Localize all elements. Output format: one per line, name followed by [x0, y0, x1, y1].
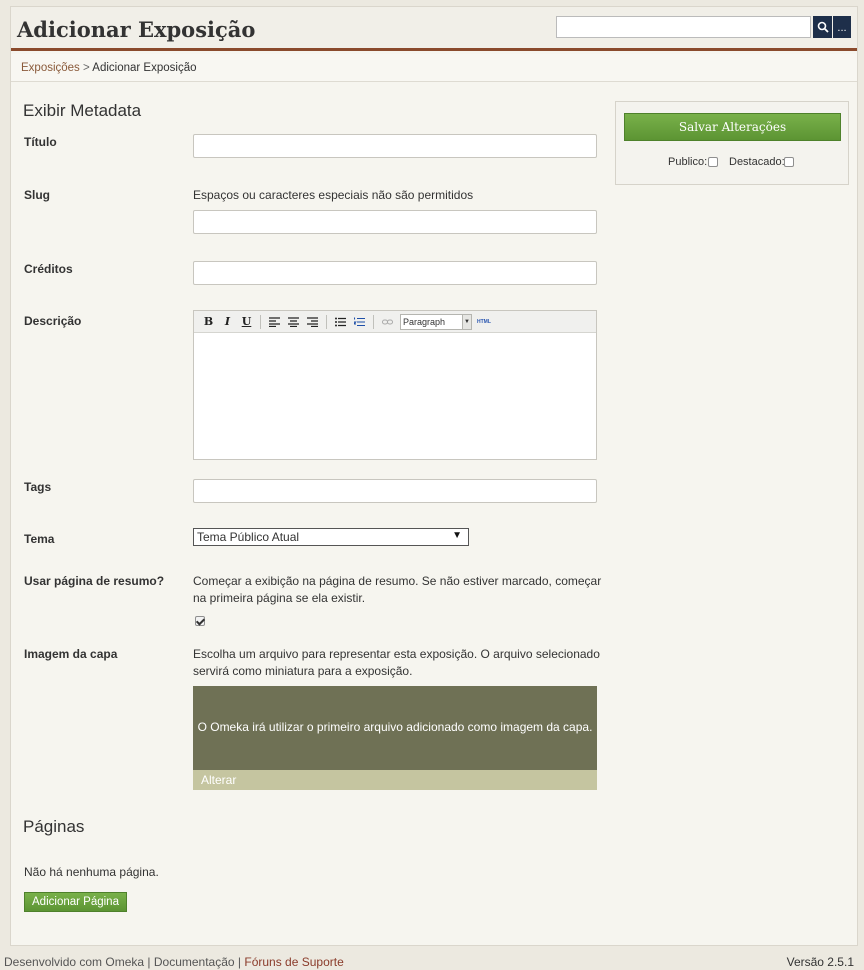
summary-checkbox[interactable] — [195, 616, 205, 626]
breadcrumb-current: Adicionar Exposição — [92, 62, 197, 74]
underline-button[interactable]: U — [238, 313, 255, 330]
tema-select[interactable]: Tema Público Atual ▼ — [193, 528, 469, 546]
footer-links: Desenvolvido com Omeka | Documentação | … — [4, 955, 344, 969]
cover-change-link[interactable]: Alterar — [193, 770, 597, 790]
toolbar-divider — [260, 314, 261, 329]
search-button[interactable] — [813, 16, 832, 38]
descricao-label: Descrição — [24, 314, 82, 328]
page-title: Adicionar Exposição — [17, 17, 256, 42]
footer-powered-link[interactable]: Desenvolvido com Omeka — [4, 955, 144, 969]
advanced-search-button[interactable]: ... — [833, 16, 851, 38]
tags-label: Tags — [24, 480, 52, 494]
slug-help: Espaços ou caracteres especiais não são … — [193, 188, 474, 202]
footer-forums-link[interactable]: Fóruns de Suporte — [244, 955, 343, 969]
add-page-button[interactable]: Adicionar Página — [24, 892, 127, 912]
featured-label: Destacado: — [729, 156, 785, 168]
creditos-label: Créditos — [24, 262, 73, 276]
cover-help: Escolha um arquivo para representar esta… — [193, 647, 600, 678]
tags-input[interactable] — [193, 479, 597, 503]
format-select-value: Paragraph — [403, 316, 446, 327]
link-icon[interactable] — [379, 313, 396, 330]
breadcrumb: Exposições > Adicionar Exposição — [11, 54, 857, 82]
titulo-label: Título — [24, 135, 57, 149]
public-label: Publico: — [668, 156, 708, 168]
toolbar-divider — [373, 314, 374, 329]
italic-button[interactable]: I — [219, 313, 236, 330]
footer-separator: | — [234, 955, 245, 969]
format-select[interactable]: Paragraph ▼ — [400, 313, 472, 330]
footer-separator: | — [144, 955, 154, 969]
search-icon — [817, 21, 829, 33]
chevron-down-icon: ▼ — [452, 530, 462, 541]
align-left-icon[interactable] — [266, 313, 283, 330]
admin-frame: Adicionar Exposição ... Exposições > Adi… — [10, 6, 858, 946]
breadcrumb-separator: > — [79, 62, 93, 74]
descricao-editor: B I U Paragraph ▼ HTML — [193, 310, 597, 460]
bullet-list-icon[interactable] — [332, 313, 349, 330]
summary-help: Começar a exibição na página de resumo. … — [193, 574, 602, 605]
slug-input[interactable] — [193, 210, 597, 234]
metadata-section-title: Exibir Metadata — [23, 101, 142, 120]
featured-checkbox[interactable] — [784, 157, 794, 167]
summary-label: Usar página de resumo? — [24, 574, 165, 588]
pages-empty-message: Não há nenhuma página. — [24, 865, 159, 879]
editor-toolbar: B I U Paragraph ▼ HTML — [194, 311, 596, 333]
header: Adicionar Exposição ... — [11, 7, 857, 51]
slug-label: Slug — [24, 188, 50, 202]
cover-image-box: O Omeka irá utilizar o primeiro arquivo … — [193, 686, 597, 790]
save-button[interactable]: Salvar Alterações — [624, 113, 841, 141]
numbered-list-icon[interactable] — [351, 313, 368, 330]
tema-select-value: Tema Público Atual — [197, 530, 300, 544]
footer-docs-link[interactable]: Documentação — [154, 955, 235, 969]
align-center-icon[interactable] — [285, 313, 302, 330]
titulo-input[interactable] — [193, 134, 597, 158]
pages-section-title: Páginas — [23, 817, 85, 836]
version-text: Versão 2.5.1 — [786, 955, 854, 969]
search-input[interactable] — [556, 16, 811, 38]
save-panel: Salvar Alterações Publico: Destacado: — [615, 101, 849, 185]
cover-message: O Omeka irá utilizar o primeiro arquivo … — [197, 720, 593, 734]
align-right-icon[interactable] — [304, 313, 321, 330]
tema-label: Tema — [24, 532, 55, 546]
cover-label: Imagem da capa — [24, 647, 118, 661]
bold-button[interactable]: B — [200, 313, 217, 330]
footer: Desenvolvido com Omeka | Documentação | … — [0, 955, 864, 970]
toolbar-divider — [326, 314, 327, 329]
public-checkbox[interactable] — [708, 157, 718, 167]
creditos-input[interactable] — [193, 261, 597, 285]
breadcrumb-exposicoes-link[interactable]: Exposições — [21, 62, 80, 74]
html-button[interactable]: HTML — [477, 319, 491, 325]
chevron-down-icon: ▼ — [462, 314, 471, 329]
